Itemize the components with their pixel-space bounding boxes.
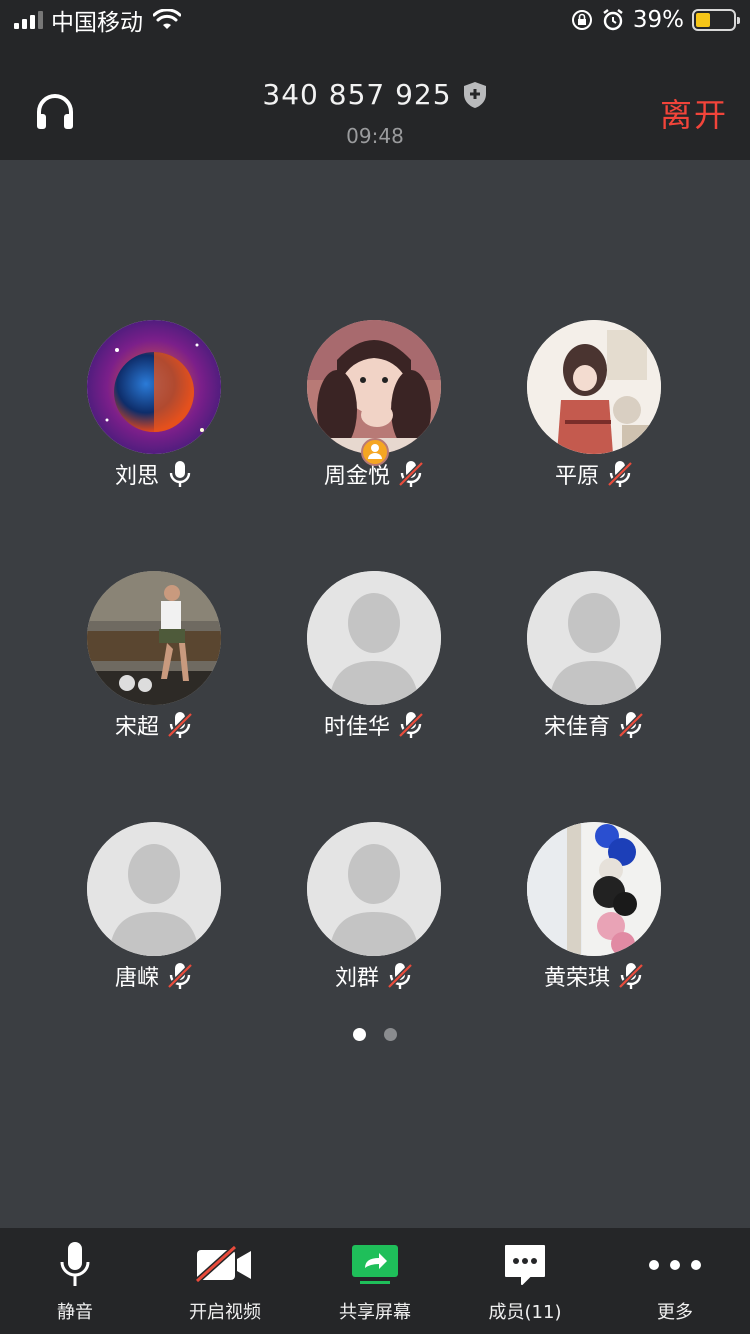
default-avatar [307,571,441,705]
microphone-muted-icon [167,712,193,738]
microphone-muted-icon [618,963,644,989]
share-screen-icon [352,1245,398,1284]
avatar [87,320,221,454]
microphone-muted-icon [607,461,633,487]
participant-tile[interactable]: 刘思 [44,320,264,500]
default-avatar [87,822,221,956]
meeting-timer: 09:48 [346,124,404,148]
participant-tile[interactable]: 黄荣琪 [484,822,704,1002]
participant-name: 黄荣琪 [543,966,610,991]
more-button[interactable]: 更多 [600,1228,750,1334]
battery-percent: 39% [632,7,684,33]
participant-tile[interactable]: 宋佳育 [484,571,704,751]
chat-bubble-icon [505,1245,545,1285]
participant-name-row: 黄荣琪 [544,960,644,992]
default-avatar [307,822,441,956]
participant-tile[interactable]: 宋超 [44,571,264,751]
meeting-id: 340 857 925 [262,78,452,111]
meeting-screen: 中国移动 39% 340 857 925 09:48 离开 刘思 周金悦 平原 … [0,0,750,1334]
carrier-name: 中国移动 [51,10,143,36]
bottom-toolbar: 静音 开启视频 共享屏幕 成员(11) 更多 [0,1228,750,1334]
microphone-muted-icon [387,963,413,989]
avatar [87,571,221,705]
participant-name-row: 平原 [555,458,633,490]
share-screen-label: 共享屏幕 [339,1302,411,1323]
shield-icon [463,81,486,108]
battery-icon [692,9,740,31]
mute-button[interactable]: 静音 [0,1228,150,1334]
host-badge-icon [361,438,389,466]
video-off-icon [195,1245,251,1284]
participant-name: 宋佳育 [543,715,610,740]
participant-name-row: 刘群 [335,960,413,992]
participant-name-row: 唐嵘 [115,960,193,992]
participant-tile[interactable]: 平原 [484,320,704,500]
alarm-icon [603,9,623,31]
participant-tile[interactable]: 唐嵘 [44,822,264,1002]
members-label: 成员(11) [488,1302,562,1323]
participant-name: 刘群 [334,966,379,991]
participant-name-row: 宋超 [115,709,193,741]
participant-name: 刘思 [114,464,159,489]
avatar [527,320,661,454]
signal-icon [14,11,43,29]
participant-name: 平原 [554,464,599,489]
leave-button[interactable]: 离开 [660,90,728,136]
avatar [527,822,661,956]
microphone-on-icon [169,461,191,487]
more-dots-icon [649,1260,701,1270]
microphone-muted-icon [167,963,193,989]
wifi-icon [153,9,181,29]
participant-name: 宋超 [114,715,159,740]
participant-name: 唐嵘 [114,966,159,991]
members-button[interactable]: 成员(11) [450,1228,600,1334]
start-video-label: 开启视频 [189,1302,261,1323]
microphone-muted-icon [398,712,424,738]
page-dot[interactable] [384,1028,397,1041]
rotation-lock-icon [571,10,592,30]
participant-tile[interactable]: 周金悦 [264,320,484,500]
page-indicator[interactable] [0,1028,750,1041]
share-screen-button[interactable]: 共享屏幕 [300,1228,450,1334]
participant-name-row: 时佳华 [324,709,424,741]
microphone-icon [60,1242,90,1286]
participant-tile[interactable]: 刘群 [264,822,484,1002]
status-bar: 中国移动 39% [0,0,750,40]
meeting-header: 340 857 925 09:48 离开 [0,40,750,160]
participant-name-row: 宋佳育 [544,709,644,741]
default-avatar [527,571,661,705]
microphone-muted-icon [398,461,424,487]
microphone-muted-icon [618,712,644,738]
participant-tile[interactable]: 时佳华 [264,571,484,751]
participant-name-row: 刘思 [115,458,193,490]
start-video-button[interactable]: 开启视频 [150,1228,300,1334]
participant-name: 时佳华 [323,715,390,740]
mute-label: 静音 [57,1302,93,1323]
more-label: 更多 [657,1302,693,1323]
page-dot-active[interactable] [353,1028,366,1041]
meeting-id-block[interactable]: 340 857 925 [0,78,750,111]
